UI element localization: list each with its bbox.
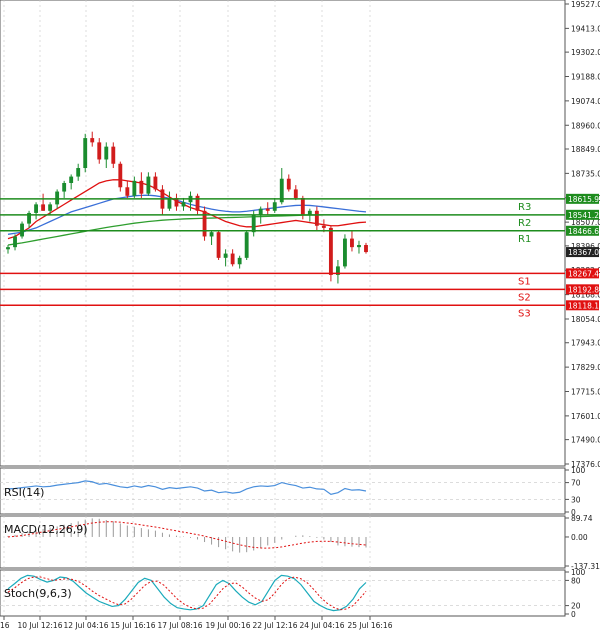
- level-price-text: 18267.4: [568, 269, 599, 278]
- candle-body: [34, 204, 39, 213]
- candle-body: [153, 176, 158, 190]
- level-price-text: 18466.6: [568, 227, 599, 236]
- y-tick-label: 18849.0: [571, 145, 600, 154]
- level-label-r2: R2: [518, 218, 531, 229]
- candle-body: [55, 191, 60, 205]
- y-tick-label: 0: [571, 610, 576, 619]
- candle-body: [62, 182, 67, 192]
- stoch-panel: 10080200: [0, 568, 586, 619]
- y-tick-label: 17829.0: [571, 363, 600, 372]
- candle-body: [146, 176, 151, 194]
- current-price-text: 18367.0: [568, 248, 599, 257]
- candle-body: [328, 227, 333, 275]
- candle-body: [300, 197, 305, 216]
- candle-body: [237, 257, 242, 265]
- candle-body: [97, 142, 102, 160]
- candle-body: [76, 168, 81, 177]
- candle-body: [13, 236, 17, 248]
- candle-body: [6, 247, 10, 250]
- rsi-panel-frame: [0, 467, 566, 515]
- candle-body: [48, 204, 53, 211]
- x-tick-label: 25 Jul 16:16: [348, 621, 393, 630]
- y-tick-label: 19074.0: [571, 97, 600, 106]
- y-tick-label: 19413.0: [571, 24, 600, 33]
- trading-chart: 19527.0 19413.0 19302.0 19188.0 19074.0 18960…: [0, 0, 600, 630]
- x-tick-label: 17 Jul 08:16: [158, 621, 203, 630]
- x-tick-label: 15 Jul 16:16: [111, 621, 156, 630]
- x-tick-label: 22 Jul 12:16: [253, 621, 298, 630]
- y-tick-label: 100: [571, 466, 586, 475]
- candle-body: [132, 180, 137, 196]
- candle-body: [364, 245, 368, 253]
- candle-body: [104, 146, 109, 160]
- candle-body: [223, 253, 228, 258]
- y-tick-label: 18054.0: [571, 315, 600, 324]
- candle-body: [350, 238, 354, 248]
- level-price-text: 18541.2: [568, 211, 599, 220]
- level-price-text: 18615.9: [568, 195, 599, 204]
- candle-body: [286, 178, 291, 190]
- x-axis: 16 10 Jul 12:16 12 Jul 04:16 15 Jul 16:16 17…: [0, 616, 393, 630]
- candle-body: [314, 210, 319, 226]
- level-label-r1: R1: [518, 234, 531, 245]
- y-tick-label: 80: [571, 576, 581, 585]
- candle-body: [230, 253, 235, 265]
- y-tick-label: 17601.0: [571, 412, 600, 421]
- level-label-s1: S1: [518, 276, 531, 287]
- x-tick-label: 10 Jul 12:16: [18, 621, 63, 630]
- stoch-panel-frame: [0, 569, 566, 617]
- rsi-panel: 10070300: [0, 466, 586, 517]
- price-panel: 19527.0 19413.0 19302.0 19188.0 19074.0 18960…: [0, 0, 600, 469]
- x-tick-label: 16: [0, 621, 10, 630]
- candle-body: [111, 146, 116, 164]
- macd-title: MACD(12,26,9): [4, 523, 88, 536]
- y-tick-label: 18960.0: [571, 121, 600, 130]
- candle-body: [125, 187, 130, 196]
- level-price-text: 18118.1: [568, 301, 599, 310]
- candle-body: [83, 138, 88, 169]
- x-tick-label: 12 Jul 04:16: [64, 621, 109, 630]
- level-label-s3: S3: [518, 308, 531, 319]
- candle-body: [181, 202, 186, 207]
- y-tick-label: 19527.0: [571, 0, 600, 9]
- candle-body: [69, 176, 74, 183]
- candle-body: [357, 245, 361, 248]
- candle-body: [139, 180, 144, 194]
- y-tick-label: 0.00: [571, 533, 588, 542]
- candle-body: [90, 138, 95, 143]
- y-tick-label: 17715.0: [571, 388, 600, 397]
- y-tick-label: 70: [571, 479, 581, 488]
- level-label-s2: S2: [518, 292, 531, 303]
- candle-body: [118, 163, 123, 188]
- candle-body: [244, 232, 249, 258]
- y-tick-label: 30: [571, 495, 581, 504]
- macd-panel: 89.740.00-137.31: [0, 514, 600, 571]
- candle-body: [321, 225, 326, 228]
- candle-body: [265, 208, 270, 211]
- candle-body: [41, 204, 46, 211]
- level-label-r3: R3: [518, 202, 531, 213]
- y-tick-label: 17490.0: [571, 436, 600, 445]
- rsi-title: RSI(14): [4, 486, 44, 499]
- candle-body: [343, 238, 347, 267]
- candle-body: [251, 215, 256, 233]
- y-tick-label: 17943.0: [571, 339, 600, 348]
- y-tick-label: 89.74: [571, 514, 593, 523]
- price-plot-frame: [0, 0, 566, 467]
- candle-body: [293, 189, 298, 198]
- y-tick-label: 18735.0: [571, 169, 600, 178]
- candle-body: [272, 202, 277, 211]
- x-tick-label: 19 Jul 00:16: [206, 621, 251, 630]
- level-price-text: 18192.8: [568, 285, 599, 294]
- candle-body: [195, 195, 200, 211]
- y-tick-label: 19188.0: [571, 72, 600, 81]
- y-tick-label: 19302.0: [571, 48, 600, 57]
- candle-body: [209, 232, 214, 237]
- candle-body: [216, 232, 221, 258]
- stoch-title: Stoch(9,6,3): [4, 587, 72, 600]
- x-tick-label: 24 Jul 04:16: [300, 621, 345, 630]
